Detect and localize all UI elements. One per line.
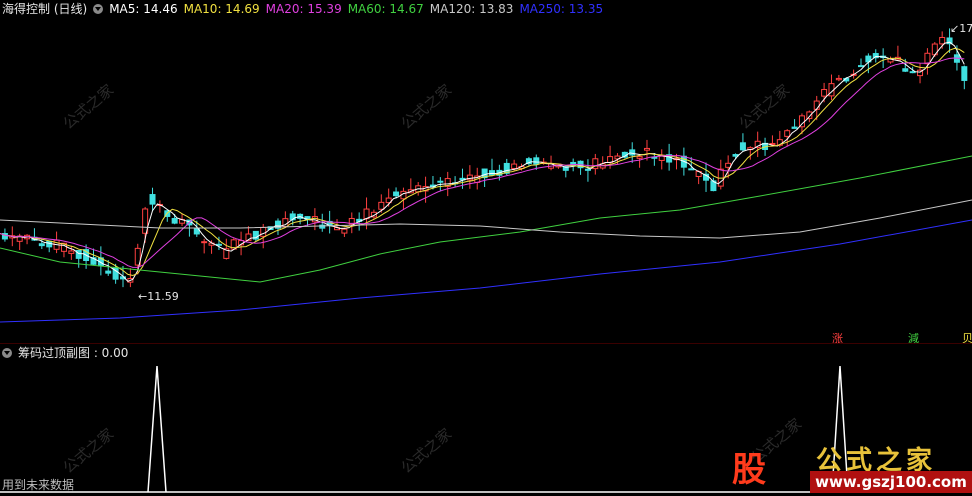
logo-url: www.gszj100.com	[810, 471, 972, 493]
chart-window: 海得控制 (日线) MA5: 14.46 MA10: 14.69 MA20: 15.3…	[0, 0, 972, 496]
logo-gu-icon: 股	[732, 450, 766, 490]
sub-indicator-chart[interactable]	[0, 0, 972, 496]
footer-note: 用到未来数据	[2, 478, 75, 492]
site-logo: 股 公式之家 www.gszj100.com	[728, 440, 972, 496]
signal-spike	[147, 365, 167, 493]
